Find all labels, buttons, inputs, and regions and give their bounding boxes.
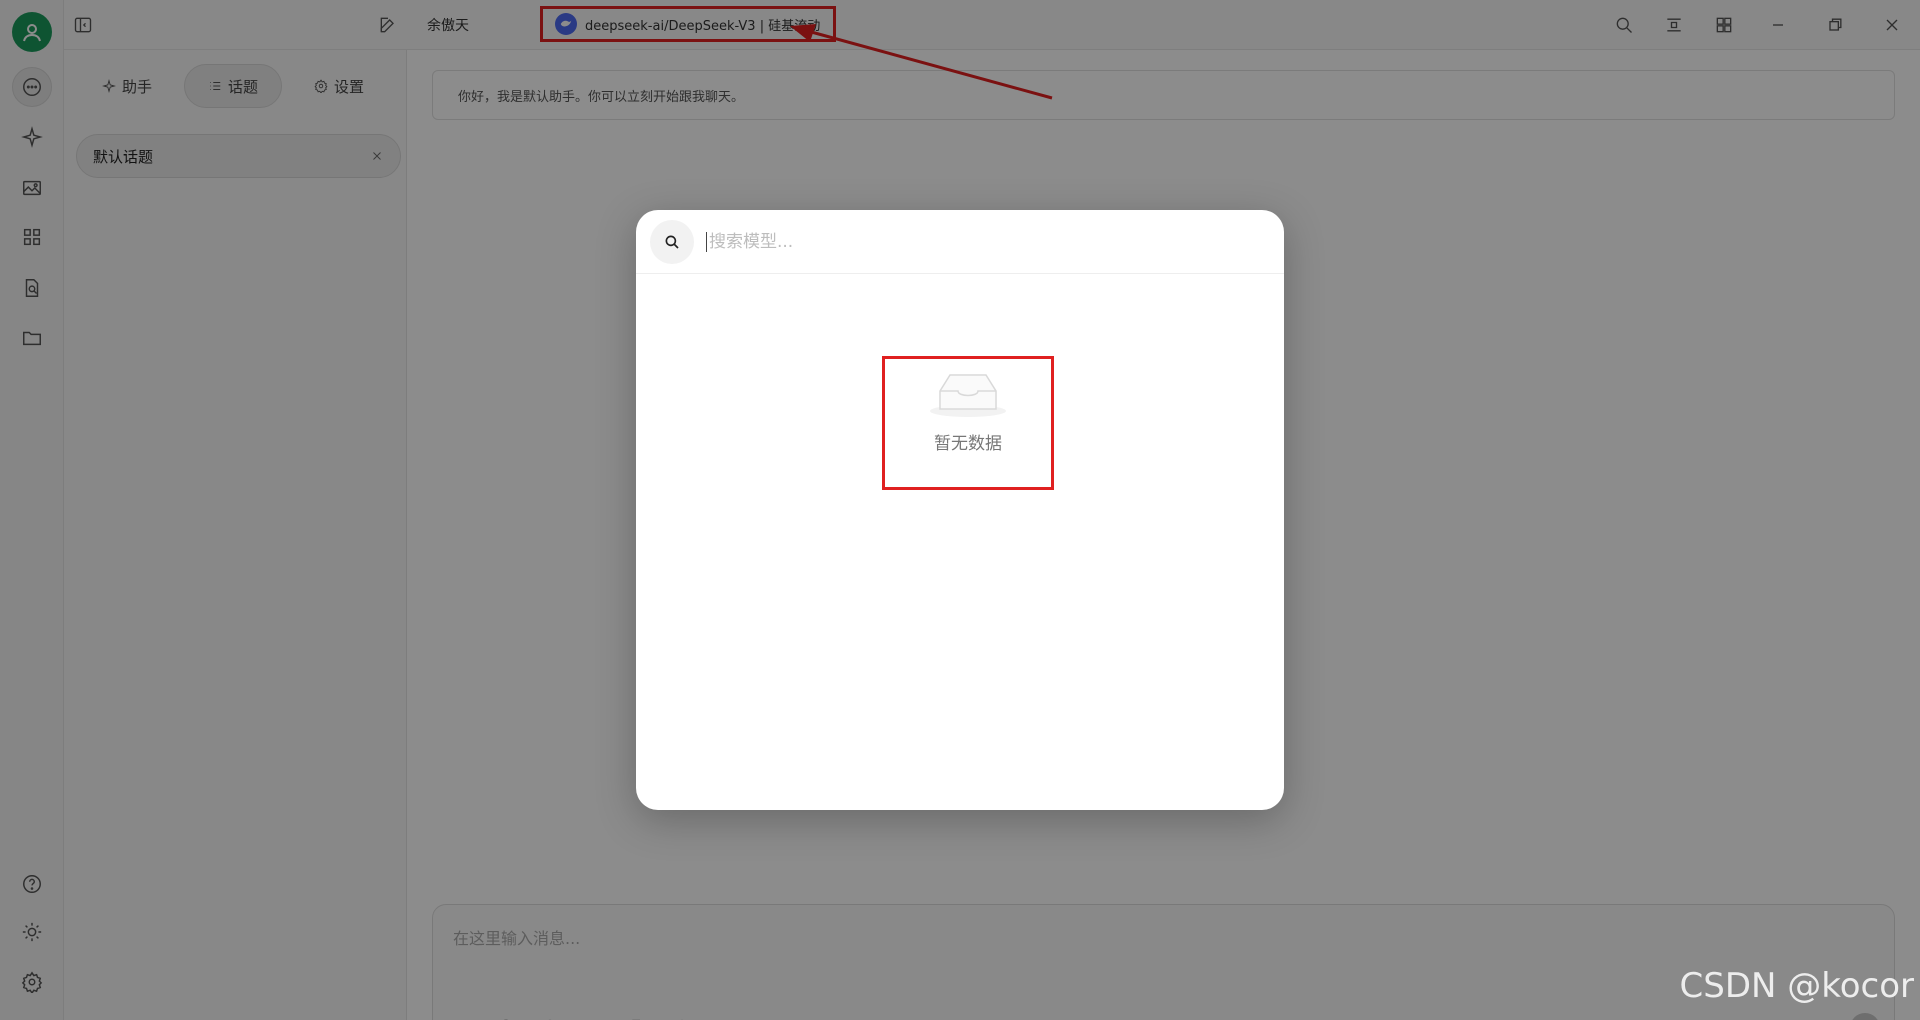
- empty-state-text: 暂无数据: [934, 434, 1002, 454]
- model-picker-dialog: 暂无数据: [636, 210, 1284, 810]
- model-search-row: [636, 210, 1284, 274]
- watermark: CSDN @kocor: [1679, 966, 1915, 1006]
- empty-inbox-icon: [930, 374, 1006, 417]
- model-search-input[interactable]: [706, 231, 1266, 252]
- search-icon[interactable]: [650, 219, 694, 264]
- empty-state: 暂无数据: [882, 356, 1054, 490]
